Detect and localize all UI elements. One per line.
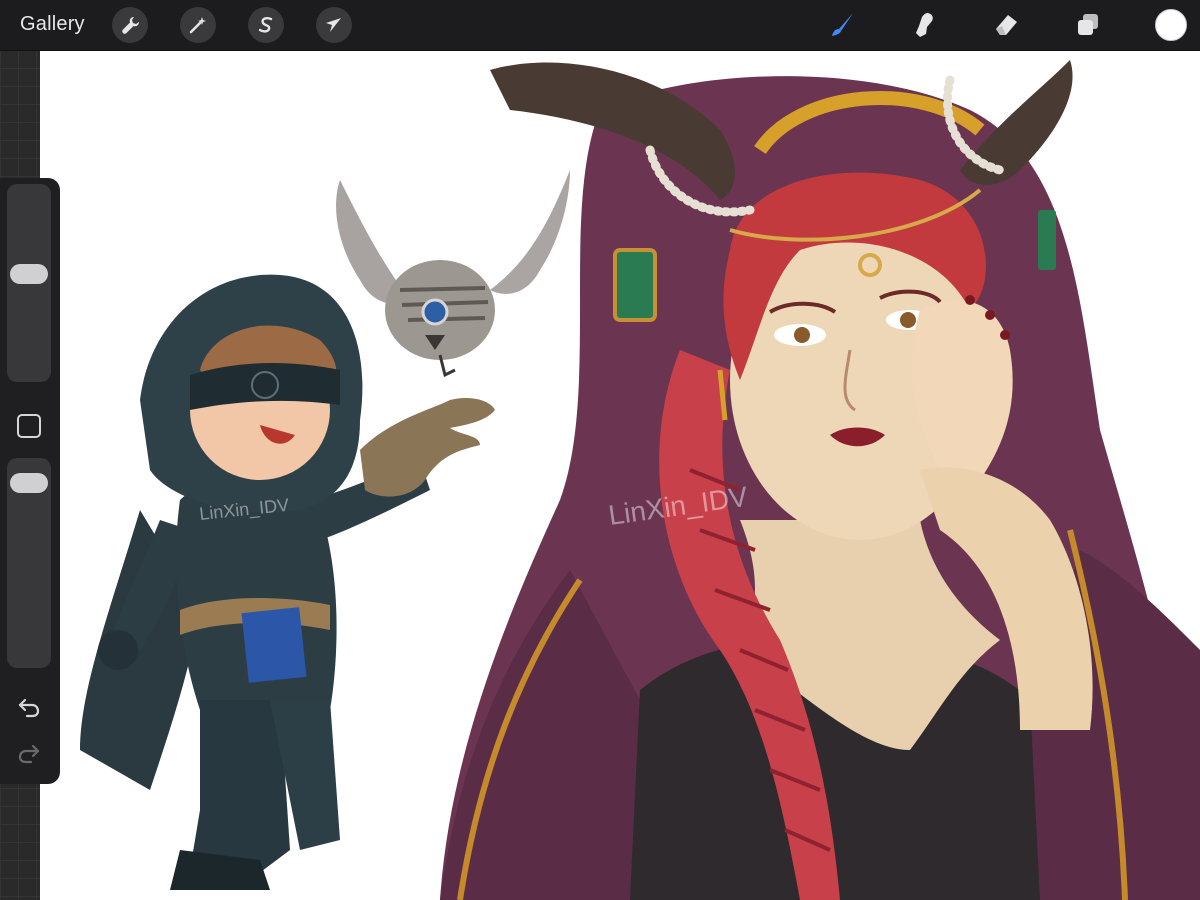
adjustments-button[interactable] [180, 7, 216, 43]
selection-s-icon [258, 17, 273, 33]
layers-button[interactable] [1072, 9, 1104, 41]
wrench-icon [122, 17, 139, 34]
eraser-icon [996, 15, 1017, 35]
left-sidebar [0, 178, 60, 784]
hooded-woman-illustration: LinXin_IDV [440, 60, 1200, 900]
actions-button[interactable] [112, 7, 148, 43]
color-picker-swatch[interactable] [1155, 9, 1187, 41]
eraser-tool-button[interactable] [990, 9, 1022, 41]
redo-button[interactable] [16, 740, 42, 766]
brush-size-slider[interactable] [7, 184, 51, 382]
smudge-finger-icon [916, 13, 933, 37]
undo-icon [18, 698, 40, 718]
arrow-cursor-icon [326, 18, 341, 32]
layers-icon [1078, 14, 1098, 35]
modify-button[interactable] [17, 414, 41, 438]
brush-tool-button[interactable] [826, 9, 858, 41]
top-toolbar: Gallery [0, 0, 1200, 51]
opacity-thumb[interactable] [10, 473, 48, 493]
undo-button[interactable] [16, 694, 42, 720]
owl-illustration [336, 170, 570, 378]
selection-button[interactable] [248, 7, 284, 43]
transform-button[interactable] [316, 7, 352, 43]
brush-icon [832, 13, 853, 36]
magic-wand-icon [189, 17, 206, 34]
artwork: LinXin_IDV LinXin_IDV [80, 60, 1200, 900]
gallery-button[interactable]: Gallery [20, 13, 85, 36]
redo-icon [18, 744, 40, 764]
brush-size-thumb[interactable] [10, 264, 48, 284]
chibi-character-illustration: LinXin_IDV [80, 274, 495, 890]
drawing-canvas[interactable]: LinXin_IDV LinXin_IDV [40, 50, 1200, 900]
opacity-slider[interactable] [7, 458, 51, 668]
smudge-tool-button[interactable] [908, 9, 940, 41]
